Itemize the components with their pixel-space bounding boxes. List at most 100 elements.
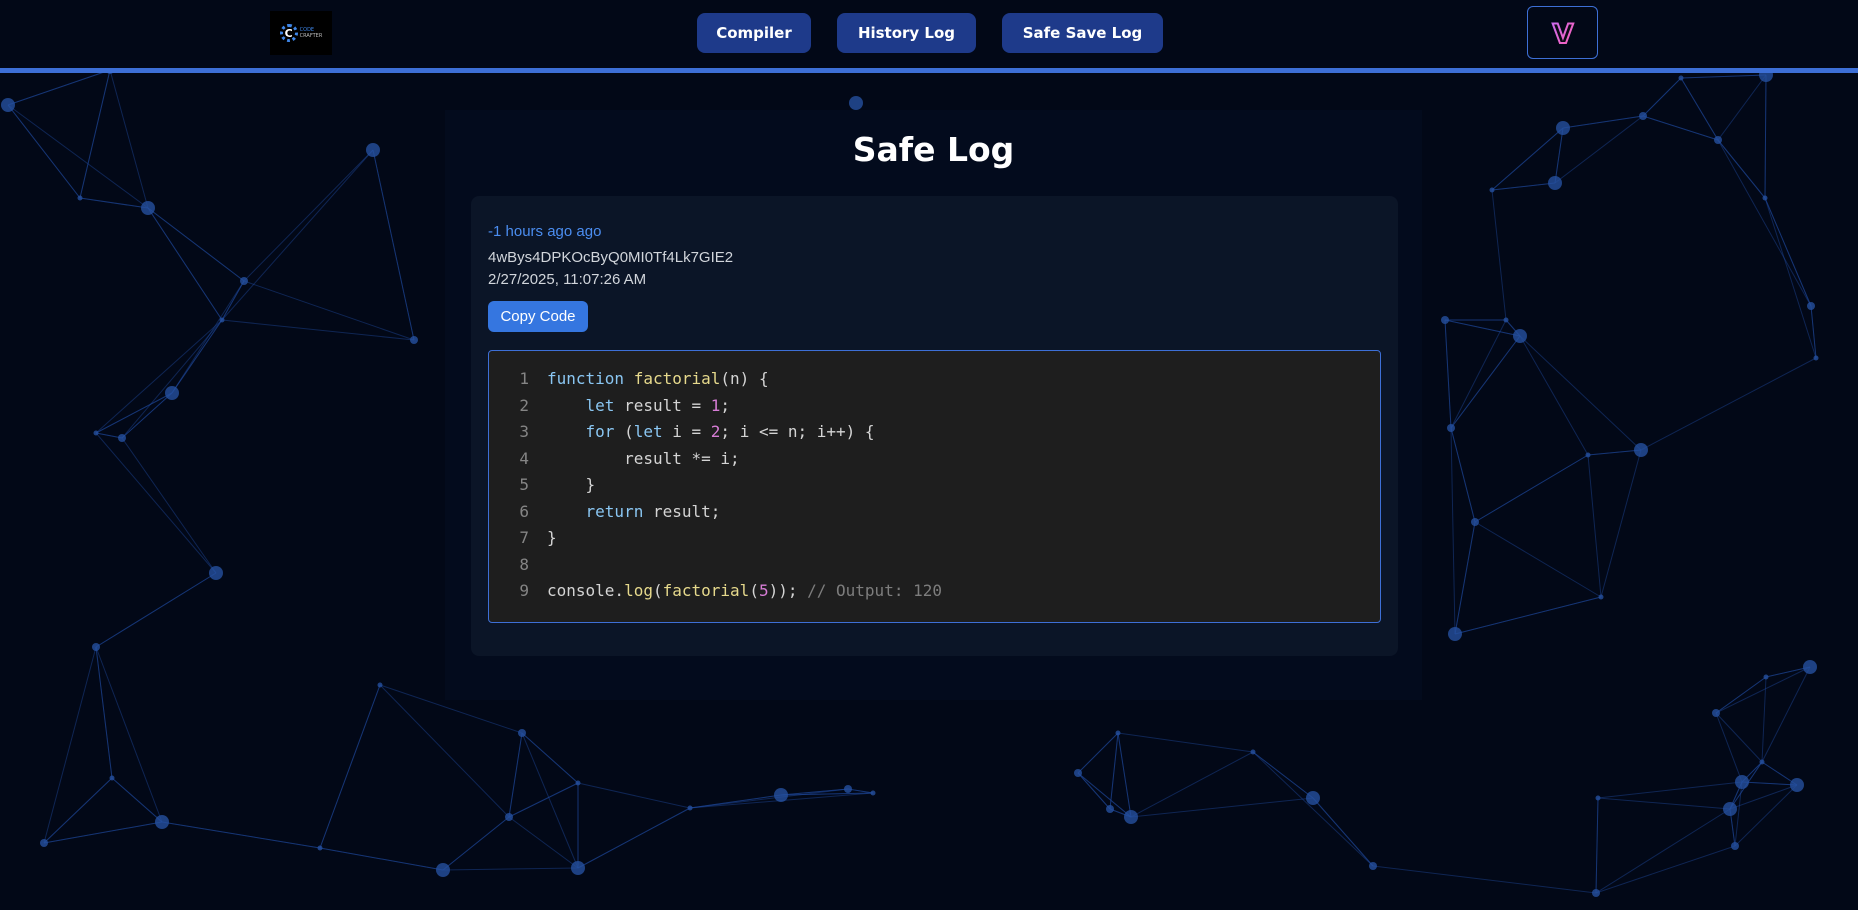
line-number: 7 <box>519 528 529 547</box>
network-line <box>161 821 321 849</box>
network-node <box>518 729 526 737</box>
network-node <box>366 143 380 157</box>
network-node <box>141 201 155 215</box>
network-line <box>1491 182 1556 191</box>
code-token: 5 <box>758 581 769 600</box>
code-token: // Output: 120 <box>807 581 942 600</box>
network-line <box>1640 357 1817 451</box>
network-line <box>1450 319 1507 429</box>
network-line <box>1587 454 1602 598</box>
history-log-button[interactable]: History Log <box>837 13 976 53</box>
network-node <box>1762 195 1768 201</box>
network-line <box>508 782 579 818</box>
network-line <box>1519 335 1642 451</box>
network-line <box>521 732 579 784</box>
network-line <box>1642 115 1719 141</box>
line-number: 4 <box>519 448 529 468</box>
network-line <box>1680 77 1719 141</box>
code-token: return <box>585 501 644 521</box>
network-node <box>317 845 323 851</box>
network-line <box>1117 732 1254 753</box>
code-line: 5 } <box>489 472 1380 499</box>
network-line <box>1715 666 1811 714</box>
v-logo-icon: V <box>1551 18 1574 49</box>
network-line <box>1715 676 1767 714</box>
network-line <box>147 207 223 321</box>
network-node <box>844 785 852 793</box>
line-number: 2 <box>519 395 529 415</box>
network-node <box>575 780 581 786</box>
network-node <box>1106 805 1114 813</box>
network-node <box>1369 862 1377 870</box>
network-line <box>221 149 374 321</box>
code-crafter-logo[interactable]: C CODE CRAFTER <box>270 11 332 55</box>
network-node <box>1556 121 1570 135</box>
network-line <box>95 646 113 779</box>
code-line: 4 result *= i; <box>489 446 1380 473</box>
network-line <box>1717 139 1766 199</box>
code-token: log <box>624 581 653 600</box>
network-line <box>95 572 217 648</box>
network-line <box>1734 781 1743 847</box>
network-line <box>1130 751 1254 818</box>
network-node <box>1813 355 1819 361</box>
code-token: ; i <= n; i++) { <box>720 422 875 441</box>
code-line: 3 for (let i = 2; i <= n; i++) { <box>489 419 1380 446</box>
network-node <box>1548 176 1562 190</box>
code-editor[interactable]: 1 function factorial(n) {2 let result = 1… <box>488 350 1381 623</box>
code-line-content: let result = 1; <box>547 393 731 420</box>
network-node <box>1489 187 1495 193</box>
network-line <box>1715 712 1763 763</box>
network-node <box>1124 810 1138 824</box>
network-line <box>1764 197 1812 307</box>
code-token: i = <box>662 422 711 441</box>
network-line <box>1450 427 1456 635</box>
network-node <box>240 277 248 285</box>
code-token: result *= i; <box>547 448 740 468</box>
line-number: 1 <box>519 369 529 388</box>
network-node <box>377 682 383 688</box>
network-line <box>1595 808 1731 894</box>
code-line-content: result *= i; <box>547 446 740 473</box>
network-line <box>319 684 381 849</box>
network-node <box>1790 778 1804 792</box>
network-line <box>1597 781 1743 799</box>
network-line <box>577 782 691 809</box>
code-line: 2 let result = 1; <box>489 393 1380 420</box>
network-line <box>1252 751 1314 799</box>
network-line <box>7 69 111 106</box>
network-line <box>1715 712 1743 783</box>
network-line <box>442 867 579 871</box>
network-node <box>1763 674 1769 680</box>
network-node <box>1731 842 1739 850</box>
network-node <box>1712 709 1720 717</box>
network-line <box>7 104 81 199</box>
network-line <box>1450 335 1521 429</box>
network-node <box>1513 329 1527 343</box>
network-node <box>109 775 115 781</box>
code-line-content: function factorial(n) { <box>547 366 769 393</box>
code-line-content: } <box>547 525 557 552</box>
code-token: factorial <box>633 369 721 388</box>
network-node <box>1306 791 1320 805</box>
network-line <box>243 149 374 282</box>
compiler-button[interactable]: Compiler <box>697 13 811 53</box>
network-node <box>219 317 225 323</box>
code-id-text: 4wBys4DPKOcByQ0MI0Tf4Lk7GIE2 <box>488 249 734 266</box>
line-number: 5 <box>519 475 529 494</box>
profile-button[interactable]: V <box>1527 6 1598 59</box>
safe-save-log-button[interactable]: Safe Save Log <box>1002 13 1163 53</box>
network-node <box>1447 424 1455 432</box>
network-line <box>1761 666 1811 763</box>
network-line <box>1595 797 1599 894</box>
network-line <box>43 821 163 844</box>
page-title: Safe Log <box>852 130 1015 169</box>
network-line <box>1764 74 1767 199</box>
code-token: let <box>633 422 663 441</box>
profile-letter: V <box>1552 19 1573 49</box>
network-line <box>379 684 510 818</box>
network-node <box>1807 302 1815 310</box>
copy-code-button[interactable]: Copy Code <box>488 301 588 332</box>
